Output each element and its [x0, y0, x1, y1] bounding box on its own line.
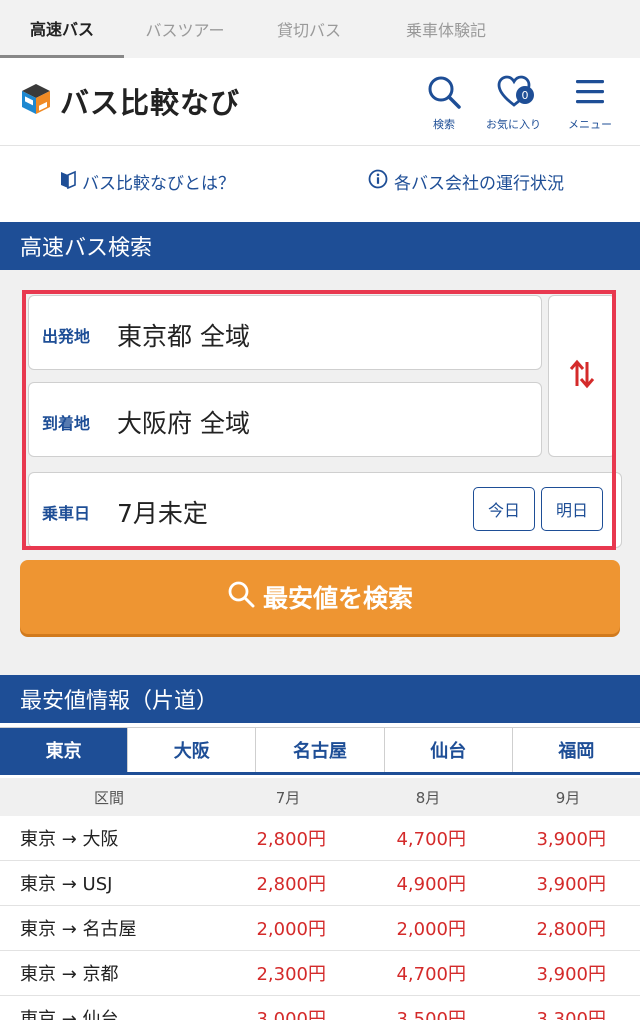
beginner-mark-icon [60, 169, 76, 194]
hamburger-menu-icon [572, 74, 608, 114]
table-row[interactable]: 東京 → 仙台 3,000円 3,500円 3,300円 [0, 996, 640, 1020]
search-icon [426, 74, 462, 114]
search-button-label: 検索 [433, 118, 455, 131]
favorites-button-label: お気に入り [486, 118, 541, 131]
site-logo[interactable]: バス比較なび [18, 80, 240, 122]
price-cell[interactable]: 3,500円 [358, 1005, 498, 1020]
search-cheapest-button[interactable]: 最安値を検索 [20, 560, 620, 634]
table-header-row: 区間 7月 8月 9月 [0, 778, 640, 816]
about-link-label: バス比較なびとは？ [82, 174, 235, 194]
column-header-sep: 9月 [555, 788, 581, 807]
header-search-button[interactable]: 検索 [426, 74, 462, 132]
price-cell[interactable]: 3,000円 [218, 1005, 358, 1020]
site-header: バス比較なび 検索 0 お気に入り メニュー [0, 58, 640, 146]
price-cell[interactable]: 2,000円 [358, 915, 498, 941]
price-cell[interactable]: 4,700円 [358, 960, 498, 986]
operation-status-link[interactable]: 各バス会社の運行状況 [368, 169, 564, 194]
tab-charter-bus[interactable]: 貸切バス [246, 0, 372, 58]
info-links-row: バス比較なびとは？ 各バス会社の運行状況 [0, 147, 640, 219]
city-tab-nagoya[interactable]: 名古屋 [256, 727, 385, 772]
city-tab-tokyo[interactable]: 東京 [0, 727, 129, 772]
route-cell: 東京 → 大阪 [20, 829, 119, 850]
price-section-title: 最安値情報（片道） [0, 675, 640, 723]
price-table: 区間 7月 8月 9月 東京 → 大阪 2,800円 4,700円 3,900円… [0, 778, 640, 1020]
route-cell: 東京 → 京都 [20, 964, 119, 985]
price-cell[interactable]: 4,700円 [358, 825, 498, 851]
tab-highway-bus[interactable]: 高速バス [0, 0, 124, 58]
bus-logo-icon [18, 81, 54, 121]
city-tab-sendai[interactable]: 仙台 [384, 727, 513, 772]
city-tab-fukuoka[interactable]: 福岡 [512, 727, 640, 772]
tab-ride-reviews[interactable]: 乗車体験記 [372, 0, 520, 58]
route-cell: 東京 → 名古屋 [20, 919, 137, 940]
price-cell[interactable]: 3,900円 [498, 960, 638, 986]
city-tab-osaka[interactable]: 大阪 [128, 727, 257, 772]
tab-bus-tour[interactable]: バスツアー [124, 0, 246, 58]
logo-text: バス比較なび [60, 86, 241, 120]
search-button-text: 最安値を検索 [262, 584, 413, 613]
column-header-route: 区間 [93, 788, 124, 807]
price-cell[interactable]: 3,900円 [498, 825, 638, 851]
top-tab-bar: 高速バス バスツアー 貸切バス 乗車体験記 [0, 0, 640, 58]
operation-status-label: 各バス会社の運行状況 [394, 174, 564, 194]
price-cell[interactable]: 2,000円 [218, 915, 358, 941]
column-header-aug: 8月 [415, 788, 441, 807]
table-row[interactable]: 東京 → 大阪 2,800円 4,700円 3,900円 [0, 816, 640, 861]
search-icon [227, 580, 255, 614]
about-link[interactable]: バス比較なびとは？ [60, 169, 235, 194]
info-icon [368, 169, 388, 194]
price-cell[interactable]: 3,900円 [498, 870, 638, 896]
price-cell[interactable]: 4,900円 [358, 870, 498, 896]
highlight-frame [22, 290, 616, 550]
table-row[interactable]: 東京 → 京都 2,300円 4,700円 3,900円 [0, 951, 640, 996]
table-row[interactable]: 東京 → 名古屋 2,000円 2,000円 2,800円 [0, 906, 640, 951]
price-cell[interactable]: 2,800円 [498, 915, 638, 941]
city-tab-bar: 東京 大阪 名古屋 仙台 福岡 [0, 727, 640, 775]
price-cell[interactable]: 2,300円 [218, 960, 358, 986]
price-cell[interactable]: 2,800円 [218, 870, 358, 896]
header-favorites-button[interactable]: 0 お気に入り [486, 74, 541, 132]
menu-button-label: メニュー [568, 118, 612, 131]
column-header-jul: 7月 [275, 788, 301, 807]
price-cell[interactable]: 3,300円 [498, 1005, 638, 1020]
search-section-title: 高速バス検索 [0, 222, 640, 270]
route-cell: 東京 → USJ [20, 874, 113, 895]
favorites-count-badge: 0 [516, 86, 534, 104]
header-menu-button[interactable]: メニュー [568, 74, 612, 132]
route-cell: 東京 → 仙台 [20, 1009, 119, 1020]
table-row[interactable]: 東京 → USJ 2,800円 4,900円 3,900円 [0, 861, 640, 906]
price-cell[interactable]: 2,800円 [218, 825, 358, 851]
